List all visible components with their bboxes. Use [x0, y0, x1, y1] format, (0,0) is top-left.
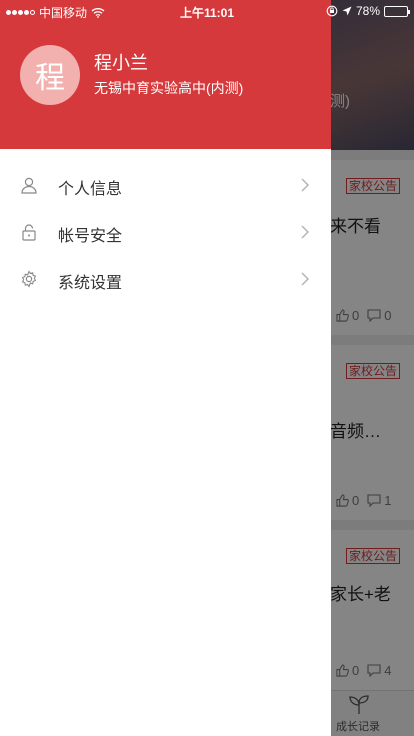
side-drawer: 程 程小兰 无锡中育实验高中(内测) 个人信息 帐号安全 系统设置	[0, 0, 331, 736]
avatar[interactable]: 程	[20, 45, 80, 105]
chevron-right-icon	[301, 272, 310, 286]
menu-item-personal-info[interactable]: 个人信息	[0, 162, 331, 209]
user-name: 程小兰	[94, 53, 148, 73]
drawer-menu: 个人信息 帐号安全 系统设置	[0, 162, 331, 303]
battery-icon	[384, 5, 410, 17]
menu-item-account-security[interactable]: 帐号安全	[0, 209, 331, 256]
status-bar: 中国移动 上午11:01 78%	[0, 0, 414, 22]
gear-icon	[21, 270, 37, 288]
menu-item-label: 个人信息	[58, 181, 123, 198]
user-icon	[21, 177, 37, 194]
menu-item-system-settings[interactable]: 系统设置	[0, 256, 331, 303]
rotation-lock-icon	[326, 5, 338, 17]
menu-item-label: 系统设置	[58, 275, 123, 292]
battery-percent: 78%	[355, 4, 380, 18]
menu-item-label: 帐号安全	[58, 228, 123, 245]
drawer-header: 程 程小兰 无锡中育实验高中(内测)	[0, 0, 331, 149]
lock-icon	[22, 224, 36, 241]
chevron-right-icon	[301, 225, 310, 239]
status-right: 78%	[326, 4, 410, 18]
user-school: 无锡中育实验高中(内测)	[94, 80, 244, 96]
chevron-right-icon	[301, 178, 310, 192]
location-arrow-icon	[342, 6, 352, 16]
